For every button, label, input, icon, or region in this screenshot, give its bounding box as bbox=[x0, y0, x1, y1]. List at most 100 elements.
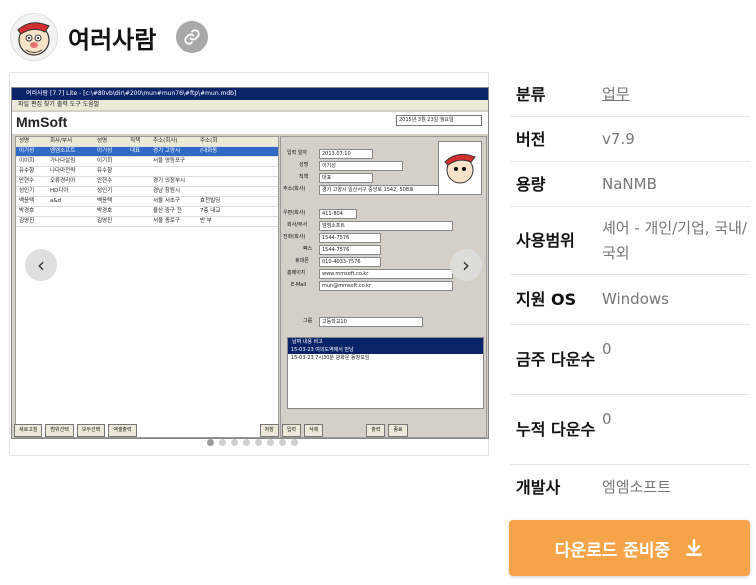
info-value: Windows bbox=[602, 290, 669, 308]
screenshot-menu-bar: 파일 편집 찾기 출력 도구 도움말 bbox=[12, 100, 488, 110]
info-label: 사용범위 bbox=[516, 231, 575, 250]
input-button[interactable]: 입력 bbox=[281, 424, 302, 437]
grid-cell bbox=[150, 167, 197, 176]
grid-cell bbox=[197, 187, 240, 196]
detail-label: 휴대폰 bbox=[295, 258, 309, 264]
gallery-dot[interactable] bbox=[279, 439, 286, 446]
info-value: NaNMB bbox=[602, 174, 657, 193]
chevron-left-icon: ‹ bbox=[37, 253, 45, 277]
detail-field[interactable]: 경기 고양시 일산서구 중앙로 1542, 508호 bbox=[319, 185, 439, 195]
memo-table: 날짜 내용 비고 15-03-23 여의도역에서 만남 15-03-23 7시3… bbox=[287, 337, 484, 409]
grid-cell bbox=[127, 197, 150, 206]
detail-field[interactable]: 엠엠소프트 bbox=[319, 221, 453, 231]
detail-label: E-Mail bbox=[291, 282, 307, 288]
contact-photo bbox=[438, 141, 482, 195]
gallery-dot[interactable] bbox=[219, 439, 226, 446]
gallery-dot[interactable] bbox=[243, 439, 250, 446]
grid-cell bbox=[47, 207, 94, 216]
grid-cell bbox=[197, 157, 240, 166]
detail-field[interactable]: 1544-7576 bbox=[319, 233, 381, 243]
save-button[interactable]: 저장 bbox=[259, 424, 279, 437]
info-row-license: 사용범위 셰어 - 개인/기업, 국내/국외 bbox=[510, 207, 750, 275]
grid-cell bbox=[127, 167, 150, 176]
detail-field[interactable]: 411-804 bbox=[319, 209, 357, 219]
grid-cell bbox=[127, 177, 150, 186]
detail-label: 전화(회사) bbox=[283, 234, 306, 240]
info-value: v7.9 bbox=[602, 129, 635, 148]
detail-label: 성명 bbox=[299, 162, 309, 168]
grid-cell: 백윤택 bbox=[19, 198, 35, 204]
gallery-dot[interactable] bbox=[231, 439, 238, 446]
grid-cell: 이기성 bbox=[19, 148, 35, 154]
grid-cell: 반 부 bbox=[200, 218, 212, 224]
grid-cell: 대표 bbox=[130, 148, 141, 154]
grid-cell bbox=[127, 217, 150, 226]
screenshot-button-row: 새로고침 범위선택 모두선택 엑셀출력 저장 입력 삭제 출력 종료 bbox=[14, 424, 408, 437]
grid-header-cell: 회사/부서 bbox=[50, 138, 73, 144]
gallery-prev-button[interactable]: ‹ bbox=[25, 249, 57, 281]
copy-link-button[interactable] bbox=[176, 21, 209, 53]
gallery-pagination bbox=[207, 439, 298, 446]
grid-cell: 효천빌딩 bbox=[200, 198, 221, 204]
table-row: 유수향 나다마전략 유수향 bbox=[16, 167, 278, 177]
grid-cell: 박경호 bbox=[97, 208, 113, 214]
refresh-button[interactable]: 새로고침 bbox=[14, 424, 43, 437]
detail-label: 팩스 bbox=[303, 246, 313, 252]
detail-field[interactable]: 010-4033-7576 bbox=[319, 257, 381, 267]
gallery-next-button[interactable]: › bbox=[450, 249, 482, 281]
screenshot-brand: MmSoft bbox=[16, 114, 68, 130]
grid-header-cell: 성명 bbox=[19, 138, 30, 144]
grid-header-cell: 주소(회사) bbox=[153, 138, 178, 144]
app-screenshot[interactable]: 여러사람 [7.7] Lite - [c:\#80vb\dir\#200\mun… bbox=[11, 87, 489, 439]
detail-field[interactable]: 1544-7576 bbox=[319, 245, 381, 255]
select-all-button[interactable]: 모두선택 bbox=[76, 424, 106, 437]
detail-field[interactable]: 이기성 bbox=[319, 161, 403, 171]
download-button[interactable]: 다운로드 준비중 bbox=[509, 520, 750, 576]
grid-cell: 성인기 bbox=[19, 188, 35, 194]
grid-cell: 울산 중구 전 bbox=[153, 208, 182, 214]
detail-field[interactable]: 2013.07.10 bbox=[319, 149, 373, 159]
chevron-right-icon: › bbox=[462, 253, 470, 277]
screenshot-gallery: 여러사람 [7.7] Lite - [c:\#80vb\dir\#200\mun… bbox=[9, 72, 489, 456]
grid-cell: 경기 고양시 bbox=[153, 148, 181, 154]
software-info-table: 분류 업무 버전 v7.9 용량 NaNMB 사용범위 셰어 - 개인/기업, … bbox=[510, 72, 750, 510]
gallery-dot[interactable] bbox=[267, 439, 274, 446]
excel-export-button[interactable]: 엑셀출력 bbox=[108, 424, 137, 437]
info-label: 개발사 bbox=[516, 478, 561, 497]
grid-cell: HD디아 bbox=[50, 188, 69, 194]
exit-button[interactable]: 종료 bbox=[388, 424, 408, 437]
detail-field[interactable]: www.mmsoft.co.kr bbox=[319, 269, 453, 279]
grid-cell: 7층 내교 bbox=[200, 208, 221, 214]
info-row-category: 분류 업무 bbox=[510, 72, 750, 117]
info-label: 지원 OS bbox=[516, 290, 577, 309]
grid-cell bbox=[47, 217, 94, 226]
gallery-dot[interactable] bbox=[291, 439, 298, 446]
grid-cell: 성인기 bbox=[97, 188, 113, 194]
gallery-dot[interactable] bbox=[207, 439, 214, 446]
info-label: 분류 bbox=[516, 84, 546, 104]
detail-field[interactable]: mun@mmsoft.co.kr bbox=[319, 281, 453, 291]
grid-cell bbox=[197, 167, 240, 176]
table-row: 안현수 오류경리아 안현수 경기 의정부시 bbox=[16, 177, 278, 187]
grid-cell bbox=[197, 177, 240, 186]
grid-cell: 이기성 bbox=[97, 148, 113, 154]
delete-button[interactable]: 삭제 bbox=[304, 424, 324, 437]
memo-row[interactable]: 15-03-23 7시30분 광화문 동창모임 bbox=[288, 354, 483, 362]
info-value: 엠엠소프트 bbox=[602, 478, 672, 496]
gallery-dot[interactable] bbox=[255, 439, 262, 446]
grid-cell: 엠엠소프트 bbox=[50, 148, 76, 154]
category-link[interactable]: 업무 bbox=[602, 82, 750, 107]
screenshot-window-title: 여러사람 [7.7] Lite - [c:\#80vb\dir\#200\mun… bbox=[12, 88, 488, 100]
info-label: 버전 bbox=[516, 129, 546, 149]
range-select-button[interactable]: 범위선택 bbox=[45, 424, 74, 437]
grid-cell: 오류경리아 bbox=[50, 178, 76, 184]
print-button[interactable]: 출력 bbox=[366, 424, 386, 437]
memo-row[interactable]: 15-03-23 여의도역에서 만남 bbox=[288, 346, 483, 354]
detail-field[interactable]: 고등학교10 bbox=[319, 317, 423, 327]
table-row: 박경호 박경호 울산 중구 전 7층 내교 bbox=[16, 207, 278, 217]
app-header: 여러사람 bbox=[10, 13, 209, 61]
info-row-size: 용량 NaNMB bbox=[510, 162, 750, 207]
grid-cell: 서울 영등포구 bbox=[153, 158, 186, 164]
detail-field[interactable]: 대표 bbox=[319, 173, 373, 183]
page-title: 여러사람 bbox=[68, 25, 157, 54]
